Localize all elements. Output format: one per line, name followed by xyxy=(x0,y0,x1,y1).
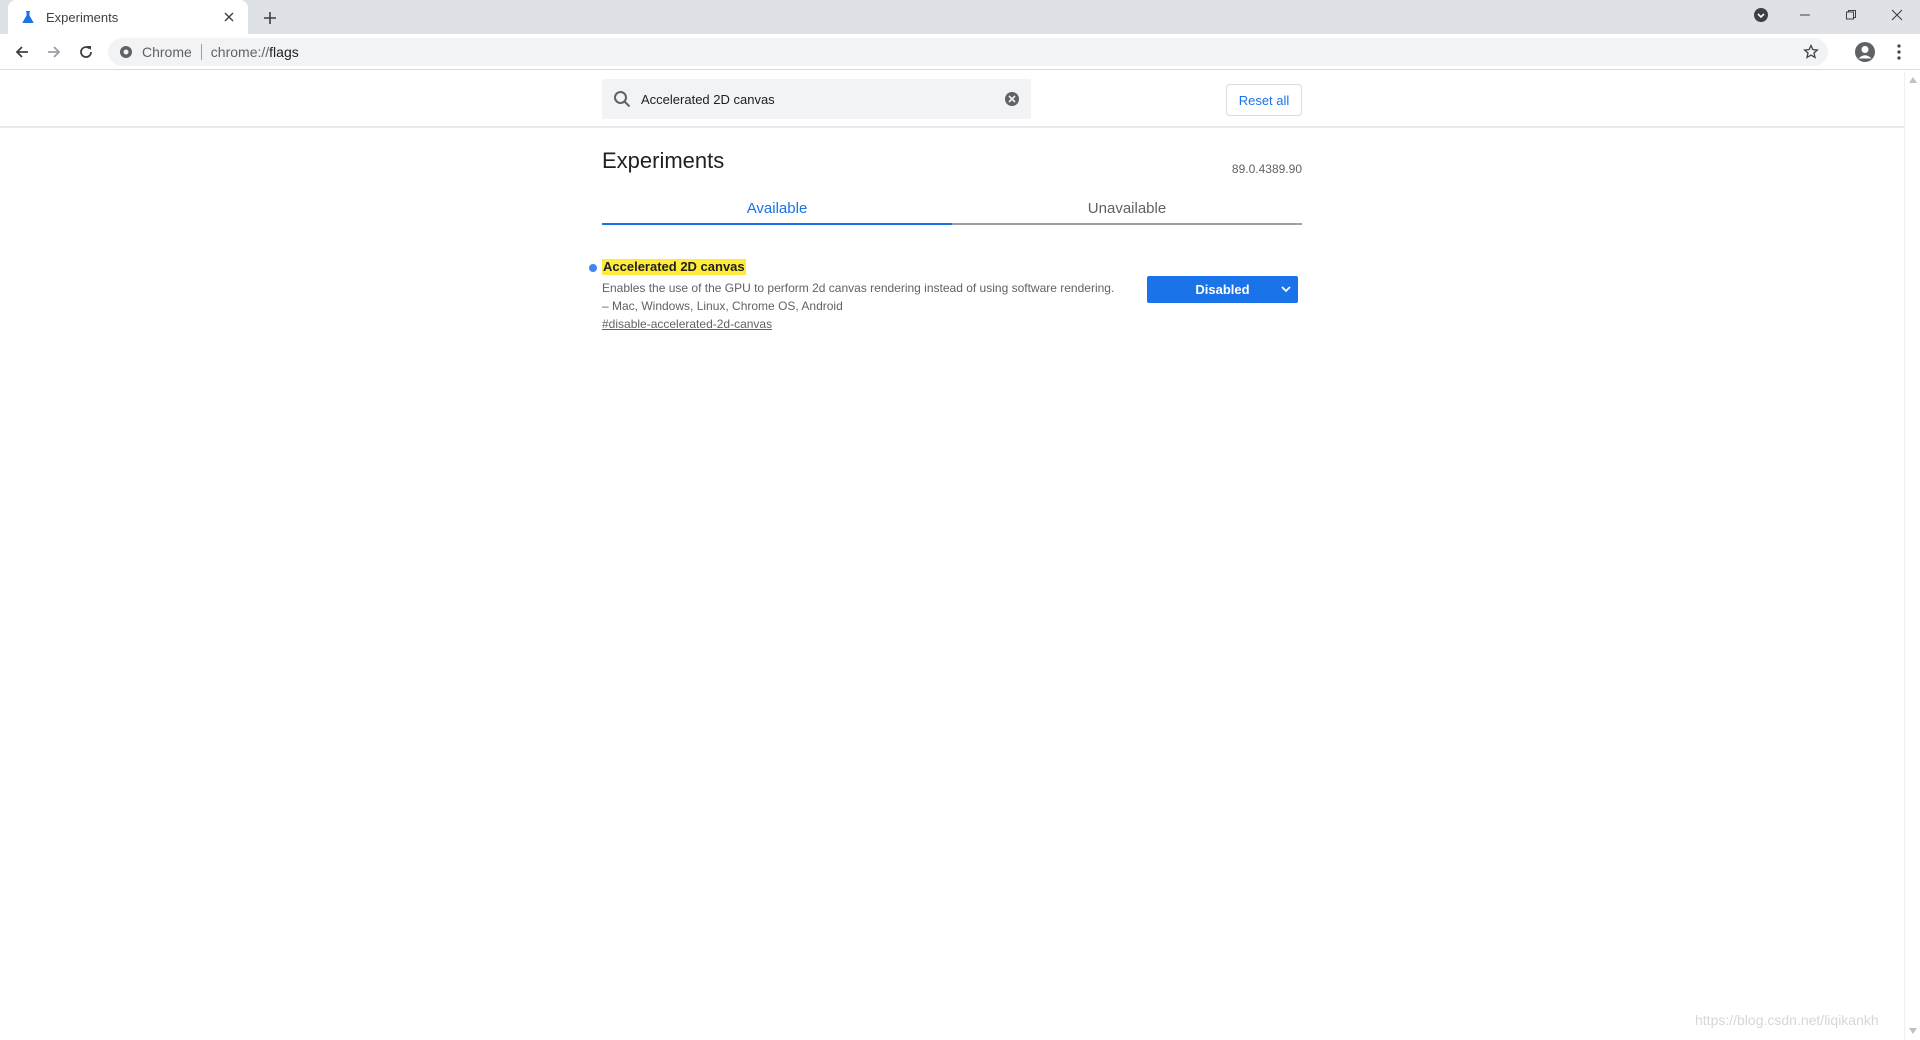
flag-state-select[interactable]: Disabled xyxy=(1147,276,1298,303)
url-scheme: chrome:// xyxy=(210,44,270,60)
flag-state-value: Disabled xyxy=(1195,282,1250,297)
url-text[interactable]: chrome://flags xyxy=(211,44,299,60)
flag-description: Enables the use of the GPU to perform 2d… xyxy=(602,281,1115,313)
search-header: Reset all xyxy=(0,71,1904,128)
search-input[interactable] xyxy=(641,91,1003,107)
forward-button[interactable] xyxy=(42,40,66,64)
omnibox-separator xyxy=(200,44,202,60)
flag-tabs: Available Unavailable xyxy=(602,188,1302,225)
vertical-scrollbar[interactable] xyxy=(1904,71,1920,1040)
page-title: Experiments xyxy=(602,148,725,173)
tab-search-button[interactable] xyxy=(1738,0,1784,30)
flag-name: Accelerated 2D canvas xyxy=(602,259,746,275)
url-path: flags xyxy=(269,44,299,60)
reset-all-button[interactable]: Reset all xyxy=(1226,84,1302,116)
flag-permalink[interactable]: #disable-accelerated-2d-canvas xyxy=(602,317,772,331)
flag-entry: Accelerated 2D canvas Enables the use of… xyxy=(589,259,1302,339)
new-tab-button[interactable] xyxy=(258,6,282,30)
tab-title: Experiments xyxy=(46,9,119,25)
chevron-down-icon xyxy=(1280,283,1292,295)
search-icon xyxy=(612,89,632,109)
watermark-text: https://blog.csdn.net/liqikankh xyxy=(1695,1012,1879,1028)
main-content: Experiments 89.0.4389.90 Available Unava… xyxy=(589,128,1302,339)
close-tab-icon[interactable] xyxy=(220,8,238,26)
browser-toolbar: Chrome chrome://flags xyxy=(0,34,1920,70)
back-button[interactable] xyxy=(10,40,34,64)
tab-strip: Experiments xyxy=(0,0,1920,34)
search-box[interactable] xyxy=(602,79,1031,119)
page-header: Experiments 89.0.4389.90 xyxy=(602,128,1302,188)
clear-search-icon[interactable] xyxy=(1003,90,1021,108)
kebab-menu-icon[interactable] xyxy=(1887,40,1911,64)
address-bar[interactable]: Chrome chrome://flags xyxy=(108,38,1828,66)
scroll-up-arrow-icon[interactable] xyxy=(1908,75,1918,85)
browser-tab[interactable]: Experiments xyxy=(8,0,248,34)
scroll-down-arrow-icon[interactable] xyxy=(1908,1026,1918,1036)
chrome-logo-icon xyxy=(118,44,134,60)
tab-unavailable[interactable]: Unavailable xyxy=(952,188,1302,223)
flags-page: Reset all Experiments 89.0.4389.90 Avail… xyxy=(0,71,1904,1040)
restore-button[interactable] xyxy=(1828,0,1874,30)
site-chip: Chrome xyxy=(142,44,192,60)
version-label: 89.0.4389.90 xyxy=(1231,162,1302,176)
flask-icon xyxy=(20,9,36,25)
minimize-button[interactable] xyxy=(1782,0,1828,30)
close-window-button[interactable] xyxy=(1874,0,1920,30)
bookmark-star-icon[interactable] xyxy=(1800,41,1822,63)
profile-avatar-icon[interactable] xyxy=(1852,39,1878,65)
modified-indicator-dot xyxy=(589,264,597,272)
tab-available[interactable]: Available xyxy=(602,188,952,225)
reload-button[interactable] xyxy=(74,40,98,64)
